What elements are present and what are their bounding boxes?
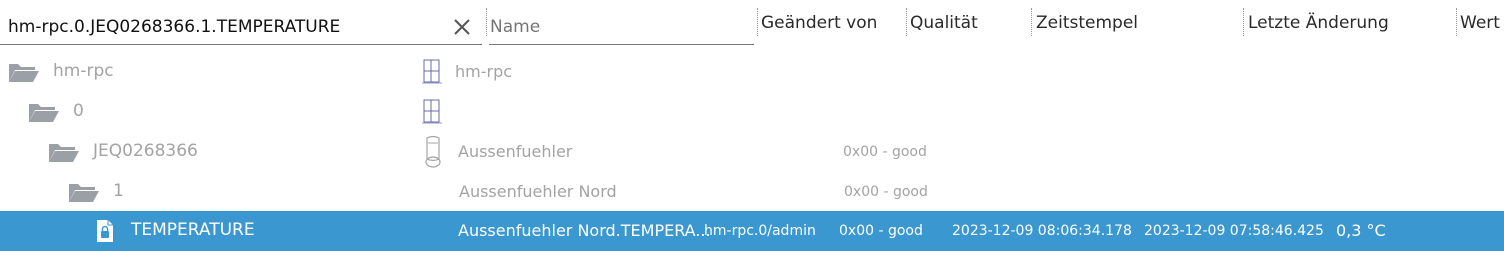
object-name: hm-rpc	[455, 62, 513, 81]
quality-value: 0x00 - good	[843, 144, 927, 160]
timestamp-value: 2023-12-09 08:06:34.178	[952, 223, 1132, 239]
folder-open-icon[interactable]	[8, 61, 40, 87]
name-filter-underline	[489, 44, 754, 45]
column-separator[interactable]	[1243, 8, 1244, 36]
column-separator[interactable]	[1031, 8, 1032, 36]
last-change-value: 2023-12-09 07:58:46.425	[1144, 223, 1324, 239]
object-name: Aussenfuehler Nord.TEMPERA...	[458, 221, 711, 240]
tree-item-label: 0	[73, 101, 84, 121]
device-icon	[423, 135, 443, 173]
tree-row[interactable]: JEQ0268366 Aussenfuehler 0x00 - good	[0, 132, 1504, 172]
state-file-icon	[95, 219, 115, 247]
column-header-changed-by[interactable]: Geändert von	[761, 13, 877, 33]
instance-icon	[421, 98, 443, 130]
tree-item-label: hm-rpc	[53, 61, 114, 81]
object-name: Aussenfuehler Nord	[459, 182, 617, 201]
tree-row-selected[interactable]: TEMPERATURE Aussenfuehler Nord.TEMPERA..…	[0, 211, 1504, 251]
column-separator[interactable]	[1456, 8, 1457, 36]
tree-row[interactable]: 1 Aussenfuehler Nord 0x00 - good	[0, 172, 1504, 212]
clear-filter-icon[interactable]	[452, 17, 472, 37]
column-header-quality[interactable]: Qualität	[910, 13, 978, 33]
tree-row[interactable]: hm-rpc hm-rpc	[0, 52, 1504, 92]
column-header-value[interactable]: Wert	[1460, 13, 1500, 33]
tree-row[interactable]: 0	[0, 92, 1504, 132]
object-name: Aussenfuehler	[458, 142, 573, 161]
id-filter-underline	[0, 44, 482, 45]
folder-open-icon[interactable]	[28, 101, 60, 127]
column-separator[interactable]	[486, 8, 487, 36]
folder-open-icon[interactable]	[68, 181, 100, 207]
id-filter-input[interactable]	[8, 15, 448, 39]
changed-by-value: hm-rpc.0/admin	[704, 223, 816, 239]
tree-item-label: TEMPERATURE	[131, 220, 255, 240]
instance-icon	[421, 58, 443, 90]
tree-item-label: 1	[113, 181, 124, 201]
name-filter-input[interactable]	[490, 15, 750, 39]
column-separator[interactable]	[757, 8, 758, 36]
folder-open-icon[interactable]	[48, 141, 80, 167]
column-header-last-change[interactable]: Letzte Änderung	[1248, 13, 1389, 33]
column-separator[interactable]	[906, 8, 907, 36]
quality-value: 0x00 - good	[839, 223, 923, 239]
state-value[interactable]: 0,3 °C	[1336, 221, 1386, 240]
quality-value: 0x00 - good	[844, 184, 928, 200]
column-header-timestamp[interactable]: Zeitstempel	[1036, 13, 1138, 33]
tree-item-label: JEQ0268366	[93, 141, 198, 161]
